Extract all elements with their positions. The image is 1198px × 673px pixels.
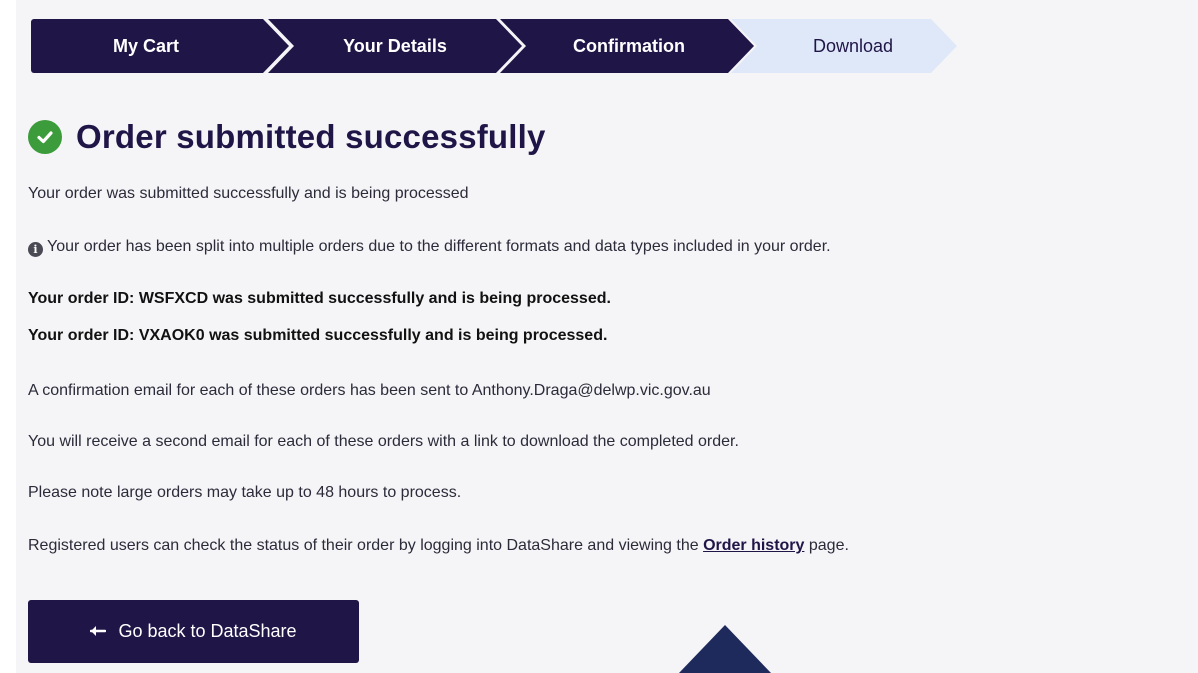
step-label: Your Details (343, 35, 447, 56)
second-email-message: You will receive a second email for each… (28, 433, 739, 450)
order-history-suffix: page. (804, 537, 849, 554)
step-my-cart: My Cart (31, 19, 289, 73)
info-icon: i (28, 242, 43, 257)
order-confirmation-1: Your order ID: WSFXCD was submitted succ… (28, 290, 611, 307)
split-notice: i Your order has been split into multiple… (28, 238, 831, 257)
page-title: Order submitted successfully (76, 118, 546, 155)
processing-message: Your order was submitted successfully an… (28, 185, 469, 202)
step-label: My Cart (112, 35, 179, 56)
split-notice-text: Your order has been split into multiple … (47, 238, 831, 255)
order-history-message: Registered users can check the status of… (28, 537, 849, 555)
checkout-stepper: My Cart Your Details Confirmation Downlo… (31, 19, 961, 73)
step-label: Confirmation (573, 35, 685, 56)
step-label: Download (812, 35, 894, 56)
order-history-link[interactable]: Order history (703, 537, 804, 554)
check-circle-icon (28, 120, 62, 154)
back-to-datashare-button[interactable]: Go back to DataShare (28, 600, 359, 663)
step-download: Download (731, 19, 957, 73)
order-history-prefix: Registered users can check the status of… (28, 537, 704, 554)
step-confirmation: Confirmation (500, 19, 754, 73)
processing-time-note: Please note large orders may take up to … (28, 484, 462, 501)
step-your-details: Your Details (268, 19, 522, 73)
order-confirmation-2: Your order ID: VXAOK0 was submitted succ… (28, 327, 608, 344)
chevron-up-icon[interactable] (679, 625, 771, 673)
page-heading: Order submitted successfully (28, 118, 546, 156)
arrow-left-icon (90, 621, 107, 642)
email-sent-message: A confirmation email for each of these o… (28, 382, 711, 399)
back-button-label: Go back to DataShare (118, 621, 297, 641)
